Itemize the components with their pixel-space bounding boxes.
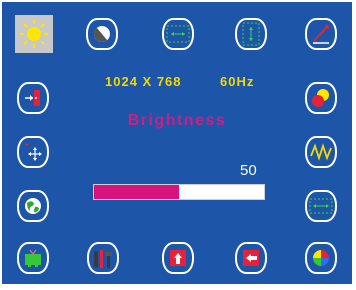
contrast-icon[interactable] [86,18,118,50]
tv-icon[interactable] [17,242,49,274]
brightness-slider[interactable] [93,184,265,200]
refresh-rate-label: 60Hz [220,74,255,89]
brightness-icon[interactable] [15,15,53,53]
resolution-label: 1024 X 768 [105,74,182,89]
horizontal-position-icon[interactable] [162,18,194,50]
horizontal-size-icon[interactable] [305,190,337,222]
vertical-position-icon[interactable] [235,18,267,50]
language-icon[interactable] [17,190,49,222]
brightness-slider-fill [94,185,179,199]
osd-position-icon[interactable] [17,136,49,168]
exit-icon[interactable] [235,242,267,274]
color-palette-icon[interactable] [305,242,337,274]
color-adjust-icon[interactable] [305,82,337,114]
osd-menu: 1024 X 768 60Hz Brightness 50 [2,2,352,284]
recall-icon[interactable] [162,242,194,274]
color-temperature-icon[interactable] [305,18,337,50]
tools-icon[interactable] [87,242,119,274]
menu-title: Brightness [127,112,227,129]
input-source-icon[interactable] [17,82,49,114]
brightness-value: 50 [240,162,257,179]
phase-icon[interactable] [305,136,337,168]
